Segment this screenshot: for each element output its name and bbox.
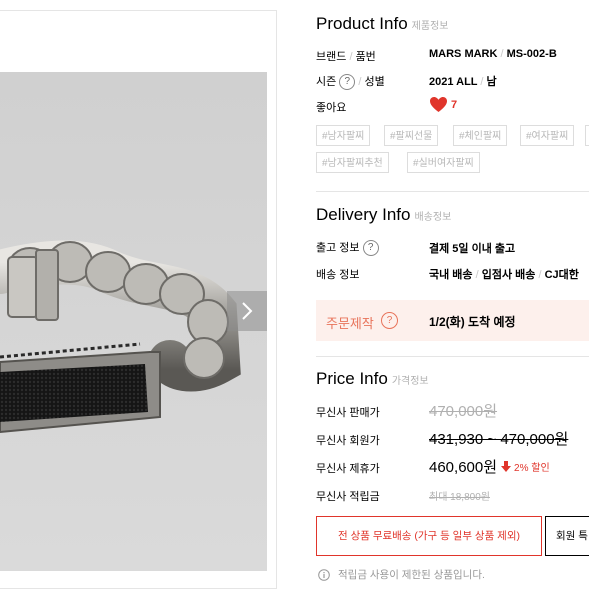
- member-price-value: 431,930 ~ 470,000원: [429, 431, 569, 448]
- ship-info-label: 출고 정보 ?: [316, 239, 379, 257]
- tag-item[interactable]: #남자팔찌추천: [316, 152, 389, 173]
- member-price-label: 무신사 회원가: [316, 435, 380, 447]
- arrow-down-icon: [501, 461, 512, 472]
- points-restriction-notice: 적립금 사용이 제한된 상품입니다.: [318, 567, 485, 582]
- like-button[interactable]: 7: [429, 96, 457, 113]
- delivery-value: 국내 배송 / 입점사 배송 / CJ대한: [429, 269, 579, 281]
- brand-value: MARS MARK / MS-002-B: [429, 48, 557, 60]
- order-made-notice: 주문제작 ? 1/2(화) 도착 예정: [316, 300, 589, 341]
- tag-item[interactable]: #팔찌선물: [384, 125, 439, 146]
- tag-item[interactable]: #남자팔찌: [316, 125, 371, 146]
- ship-info-help-icon[interactable]: ?: [362, 240, 379, 257]
- season-value: 2021 ALL / 남: [429, 76, 497, 88]
- tag-item-partial[interactable]: [585, 125, 589, 146]
- order-made-value: 1/2(화) 도착 예정: [429, 315, 516, 329]
- order-made-help-icon[interactable]: ?: [381, 312, 398, 329]
- sale-price-label: 무신사 판매가: [316, 407, 380, 419]
- tag-item[interactable]: #여자팔찌: [520, 125, 575, 146]
- partner-discount: 2% 할인: [514, 463, 550, 474]
- divider: [316, 356, 589, 357]
- chevron-right-icon: [242, 302, 253, 320]
- delivery-info-title: Delivery Info 배송정보: [316, 205, 452, 224]
- tag-item[interactable]: #체인팔찌: [453, 125, 508, 146]
- brand-label: 브랜드 / 품번: [316, 51, 376, 63]
- delivery-label: 배송 정보: [316, 269, 360, 281]
- partner-price-label: 무신사 제휴가: [316, 463, 380, 475]
- points-value: 최대 18,800원: [429, 492, 490, 503]
- divider: [316, 191, 589, 192]
- product-info-title: Product Info 제품정보: [316, 14, 449, 33]
- season-help-icon[interactable]: ?: [339, 74, 356, 91]
- info-icon: [318, 568, 330, 581]
- points-label: 무신사 적립금: [316, 491, 380, 503]
- image-next-button[interactable]: [227, 291, 267, 331]
- season-label: 시즌 ? / 성별: [316, 73, 385, 91]
- sale-price-value: 470,000원: [429, 403, 498, 420]
- like-label: 좋아요: [316, 102, 347, 114]
- tag-item[interactable]: #실버여자팔찌: [407, 152, 480, 173]
- price-info-title: Price Info 가격정보: [316, 369, 429, 388]
- free-shipping-button[interactable]: 전 상품 무료배송 (가구 등 일부 상품 제외): [316, 516, 542, 556]
- brand-link[interactable]: MARS MARK: [429, 48, 497, 60]
- order-made-label: 주문제작: [326, 316, 374, 331]
- member-benefit-button[interactable]: 회원 특: [545, 516, 589, 556]
- ship-info-value: 결제 5일 이내 출고: [429, 243, 516, 255]
- partner-price-value: 460,600원 2% 할인: [429, 459, 550, 476]
- like-count: 7: [451, 98, 458, 111]
- heart-icon: [430, 97, 447, 112]
